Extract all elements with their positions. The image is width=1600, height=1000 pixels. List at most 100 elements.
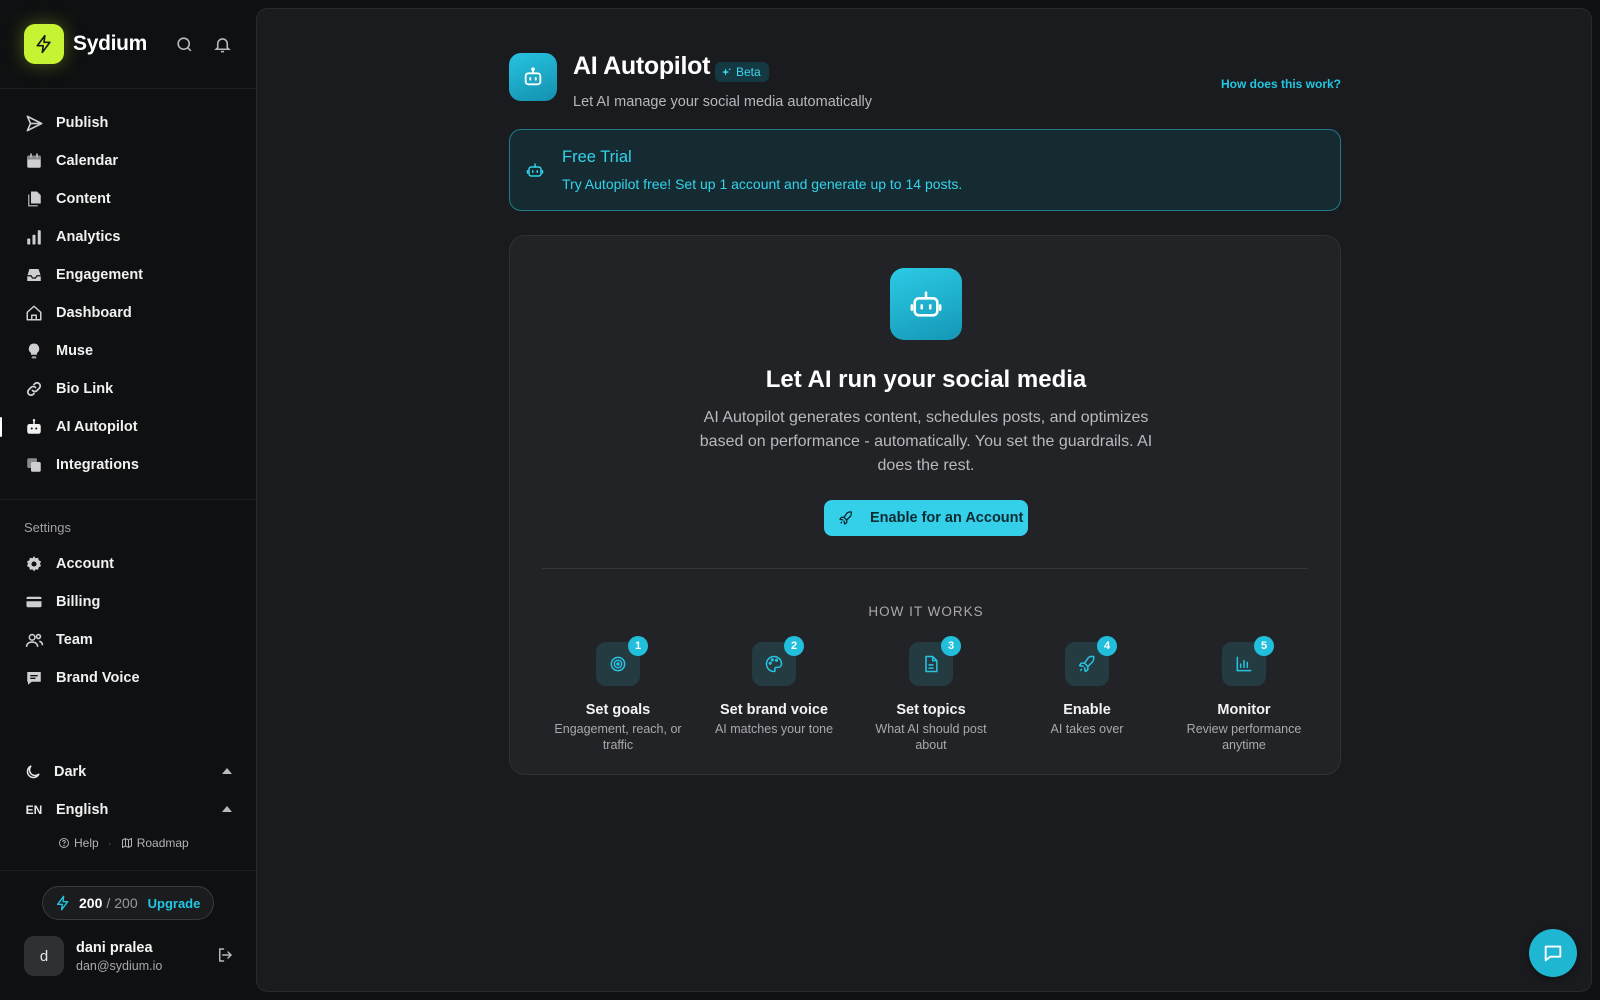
step-number: 5	[1254, 636, 1274, 656]
how-it-works-link[interactable]: How does this work?	[1221, 77, 1341, 91]
nav-item-muse[interactable]: Muse	[0, 332, 256, 370]
message-icon	[24, 668, 44, 688]
trial-text: Try Autopilot free! Set up 1 account and…	[562, 176, 963, 192]
chat-icon	[1544, 945, 1562, 962]
step-title: Set topics	[896, 702, 966, 718]
moon-icon	[24, 763, 42, 781]
step-title: Set brand voice	[720, 702, 828, 718]
theme-label: Dark	[54, 764, 87, 780]
robot-icon	[24, 417, 44, 437]
help-links: Help · Roadmap	[58, 836, 189, 850]
help-link[interactable]: Help	[58, 836, 99, 850]
divider	[0, 88, 256, 89]
user-profile[interactable]: d dani pralea dan@sydium.io	[24, 936, 234, 976]
language-selector[interactable]: EN English	[24, 798, 232, 822]
nav-label: Dashboard	[56, 305, 132, 321]
step-desc: Review performance anytime	[1186, 722, 1302, 752]
step-item: 2 Set brand voice AI matches your tone	[704, 636, 844, 737]
nav-item-dashboard[interactable]: Dashboard	[0, 294, 256, 332]
brand-name: Sydium	[73, 32, 148, 55]
nav-item-publish[interactable]: Publish	[0, 104, 256, 142]
enable-account-button[interactable]: Enable for an Account	[824, 500, 1028, 536]
main-panel: AI Autopilot Beta Let AI manage your soc…	[256, 8, 1592, 992]
nav-label: Content	[56, 191, 111, 207]
bolt-icon	[24, 24, 64, 64]
nav-item-bio-link[interactable]: Bio Link	[0, 370, 256, 408]
nav-item-integrations[interactable]: Integrations	[0, 446, 256, 484]
nav-label: Account	[56, 556, 114, 572]
step-desc: Engagement, reach, or traffic	[554, 722, 682, 752]
step-desc: What AI should post about	[875, 722, 987, 752]
hero-title: Let AI run your social media	[765, 366, 1087, 393]
inbox-icon	[24, 265, 44, 285]
gear-icon	[24, 554, 44, 574]
brand[interactable]: Sydium	[24, 24, 147, 64]
hero-description: AI Autopilot generates content, schedule…	[699, 409, 1153, 474]
sidebar: Sydium Publish Calendar Content Analytic…	[0, 0, 256, 1000]
nav-item-calendar[interactable]: Calendar	[0, 142, 256, 180]
theme-selector[interactable]: Dark	[24, 760, 232, 784]
divider	[542, 568, 1308, 569]
page-header: AI Autopilot Beta Let AI manage your soc…	[509, 52, 1341, 113]
bell-icon[interactable]	[211, 33, 233, 55]
main-nav: Publish Calendar Content Analytics Engag…	[0, 104, 256, 484]
step-item: 4 Enable AI takes over	[1017, 636, 1157, 737]
enable-account-label: Enable for an Account	[870, 510, 1024, 526]
step-item: 5 Monitor Review performance anytime	[1174, 636, 1314, 753]
step-title: Monitor	[1217, 702, 1271, 718]
step-number: 3	[941, 636, 961, 656]
bar-chart-icon	[24, 227, 44, 247]
home-icon	[24, 303, 44, 323]
settings-section-label: Settings	[24, 520, 71, 535]
logout-icon[interactable]	[216, 946, 234, 964]
credits-total: 200	[114, 895, 138, 911]
roadmap-link[interactable]: Roadmap	[121, 836, 189, 850]
nav-item-engagement[interactable]: Engagement	[0, 256, 256, 294]
chat-button[interactable]	[1529, 929, 1577, 977]
rocket-icon	[838, 510, 854, 526]
nav-item-ai-autopilot[interactable]: AI Autopilot	[0, 408, 256, 446]
nav-label: Team	[56, 632, 93, 648]
step-item: 3 Set topics What AI should post about	[861, 636, 1001, 753]
nav-label: Bio Link	[56, 381, 114, 397]
nav-item-account[interactable]: Account	[0, 545, 256, 583]
beta-label: Beta	[736, 65, 761, 79]
rocket-icon: 4	[1065, 636, 1117, 686]
nav-item-billing[interactable]: Billing	[0, 583, 256, 621]
nav-label: Integrations	[56, 457, 139, 473]
credit-card-icon	[24, 592, 44, 612]
chevron-up-icon	[222, 768, 232, 774]
lightbulb-icon	[24, 341, 44, 361]
credits-pill[interactable]: 200 / 200 Upgrade	[42, 886, 214, 920]
step-desc: AI matches your tone	[714, 722, 834, 736]
nav-label: Engagement	[56, 267, 144, 283]
settings-nav: Account Billing Team Brand Voice	[0, 545, 256, 697]
user-email: dan@sydium.io	[76, 958, 163, 973]
nav-item-team[interactable]: Team	[0, 621, 256, 659]
separator-dot: ·	[107, 836, 112, 850]
avatar: d	[24, 936, 64, 976]
step-desc: AI takes over	[1050, 722, 1124, 736]
map-icon	[121, 837, 132, 849]
nav-label: Calendar	[56, 153, 119, 169]
upgrade-link[interactable]: Upgrade	[148, 896, 201, 911]
search-icon[interactable]	[173, 33, 195, 55]
step-title: Set goals	[585, 702, 651, 718]
calendar-icon	[24, 151, 44, 171]
robot-icon	[509, 53, 557, 101]
nav-item-analytics[interactable]: Analytics	[0, 218, 256, 256]
bolt-icon	[57, 895, 69, 911]
page-subtitle: Let AI manage your social media automati…	[573, 94, 873, 110]
sparkles-icon	[721, 67, 732, 76]
nav-item-brand-voice[interactable]: Brand Voice	[0, 659, 256, 697]
help-circle-icon	[59, 838, 69, 848]
step-item: 1 Set goals Engagement, reach, or traffi…	[548, 636, 688, 753]
nav-item-content[interactable]: Content	[0, 180, 256, 218]
beta-badge: Beta	[715, 62, 769, 82]
language-code: EN	[25, 803, 43, 817]
nav-label: Analytics	[56, 229, 121, 245]
stack-icon	[24, 455, 44, 475]
step-number: 1	[628, 636, 648, 656]
credits-separator: /	[106, 895, 111, 911]
document-icon: 3	[909, 636, 961, 686]
